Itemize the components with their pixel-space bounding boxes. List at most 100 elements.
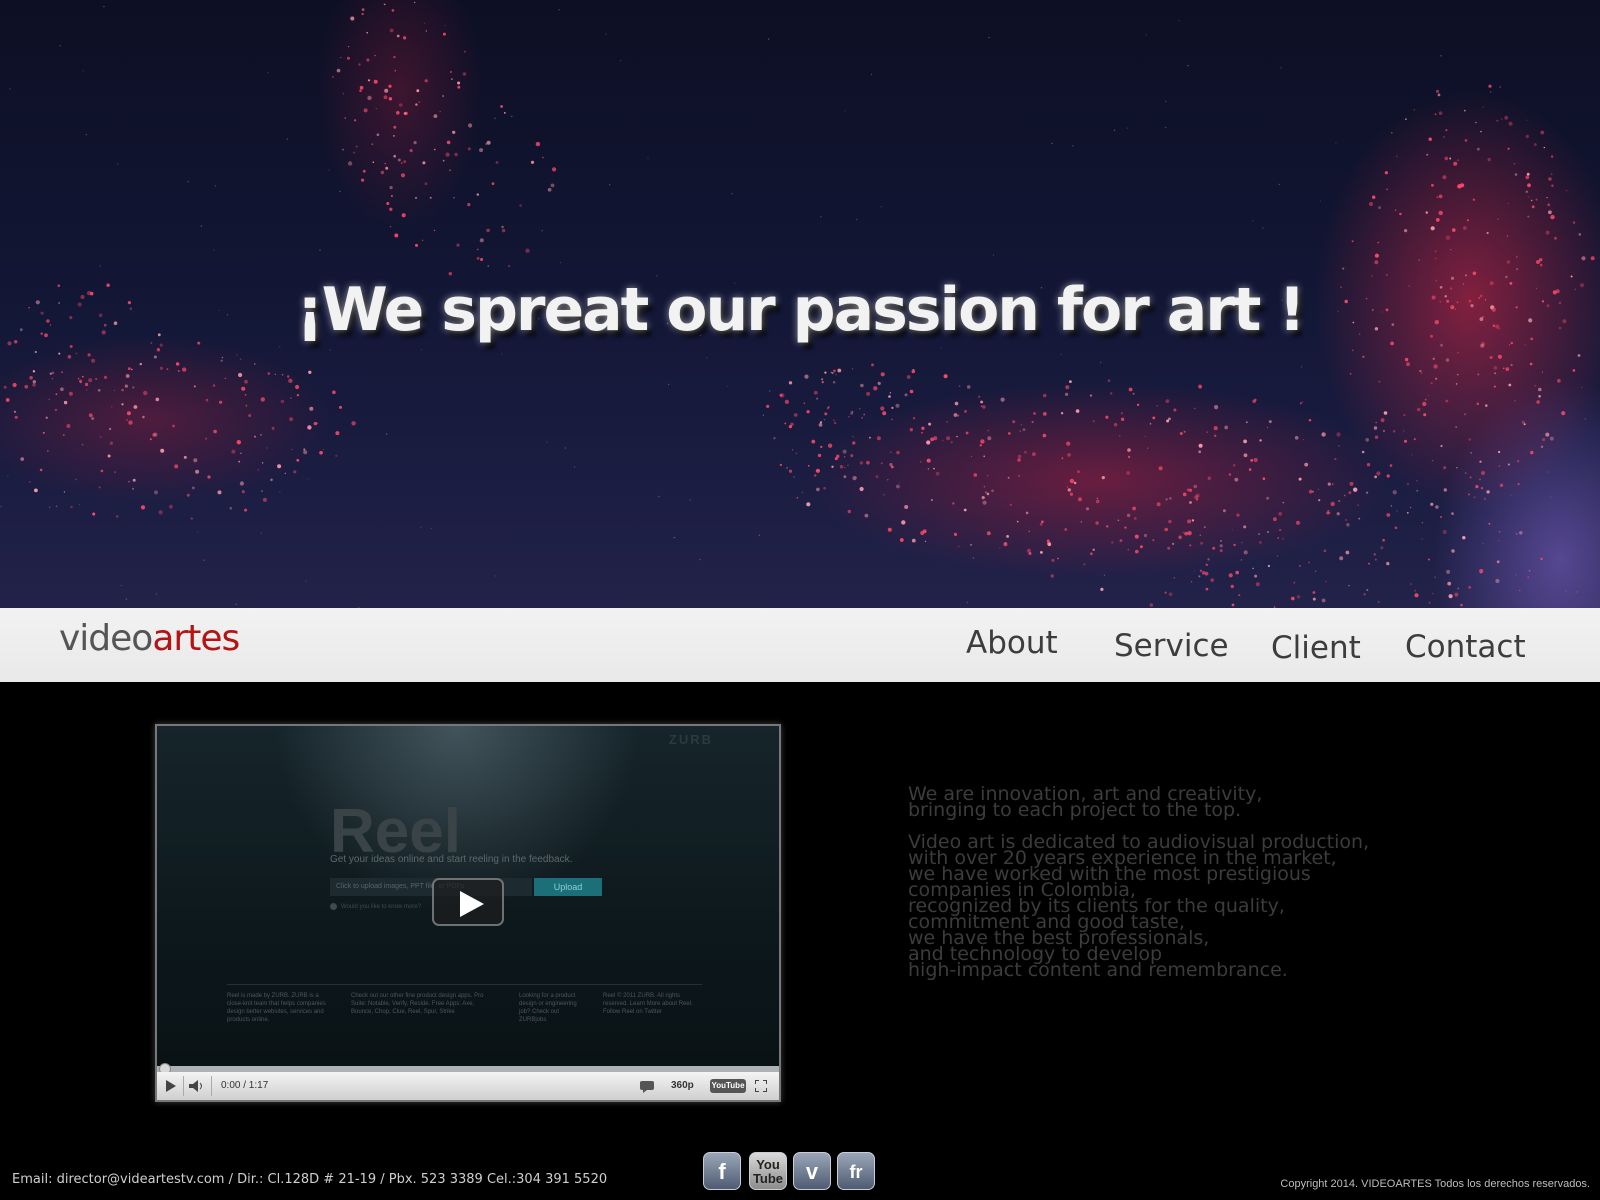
particle bbox=[1432, 357, 1436, 360]
particle bbox=[1521, 420, 1525, 424]
particle bbox=[1543, 146, 1546, 149]
particle bbox=[818, 423, 823, 427]
particle bbox=[1182, 531, 1185, 534]
particle bbox=[795, 452, 797, 454]
star-particle bbox=[609, 184, 611, 186]
particle bbox=[348, 46, 350, 48]
star-particle bbox=[880, 206, 882, 208]
particle bbox=[1394, 526, 1398, 530]
particle bbox=[416, 89, 420, 93]
facebook-icon[interactable]: f bbox=[703, 1152, 741, 1190]
particle bbox=[54, 408, 58, 412]
video-screen[interactable]: ZURB Reel Get your ideas online and star… bbox=[157, 726, 779, 1066]
particle bbox=[1204, 571, 1209, 576]
particle bbox=[851, 410, 854, 413]
particle bbox=[1428, 137, 1432, 141]
particle bbox=[3, 385, 7, 389]
particle bbox=[1442, 529, 1447, 535]
particle bbox=[401, 213, 406, 218]
particle bbox=[1348, 491, 1352, 494]
particle bbox=[880, 462, 883, 465]
particle bbox=[1173, 408, 1177, 412]
star-particle bbox=[99, 265, 102, 267]
nav-item-about[interactable]: About bbox=[966, 625, 1058, 661]
particle bbox=[241, 386, 246, 391]
youtube-logo-icon[interactable]: YouTube bbox=[710, 1079, 746, 1093]
particle bbox=[1507, 147, 1510, 150]
particle bbox=[1345, 519, 1347, 521]
star-particle bbox=[767, 38, 770, 40]
particle bbox=[1243, 453, 1248, 458]
volume-icon[interactable] bbox=[189, 1080, 205, 1092]
particle bbox=[921, 431, 923, 434]
particle bbox=[1164, 527, 1168, 532]
video-watermark: ZURB bbox=[668, 732, 713, 747]
nav-item-client[interactable]: Client bbox=[1271, 630, 1361, 666]
particle bbox=[1538, 387, 1542, 392]
particle bbox=[153, 355, 157, 359]
particle bbox=[1475, 485, 1479, 489]
particle bbox=[244, 394, 247, 396]
particle bbox=[69, 345, 73, 348]
play-small-icon[interactable] bbox=[165, 1080, 177, 1092]
star-particle bbox=[82, 70, 85, 72]
particle bbox=[1590, 256, 1595, 261]
star-particle bbox=[546, 441, 548, 444]
video-quality[interactable]: 360p bbox=[671, 1072, 694, 1100]
particle bbox=[34, 351, 37, 353]
particle bbox=[786, 467, 788, 469]
star-particle bbox=[992, 254, 995, 256]
particle bbox=[1113, 423, 1118, 427]
star-particle bbox=[658, 495, 660, 498]
flickr-icon[interactable]: fr bbox=[837, 1152, 875, 1190]
particle bbox=[433, 114, 438, 118]
particle bbox=[986, 492, 990, 496]
particle bbox=[1394, 209, 1397, 211]
particle bbox=[1442, 175, 1447, 180]
particle bbox=[1481, 471, 1485, 475]
star-particle bbox=[706, 357, 708, 359]
particle bbox=[307, 425, 312, 430]
particle bbox=[351, 421, 356, 426]
particle bbox=[1336, 432, 1341, 437]
particle bbox=[901, 520, 906, 525]
particle bbox=[1557, 378, 1561, 383]
nav-item-service[interactable]: Service bbox=[1114, 628, 1229, 664]
particle bbox=[1199, 534, 1202, 536]
about-paragraph-1: We are innovation, art and creativity, b… bbox=[908, 783, 1263, 821]
logo[interactable]: videoartes bbox=[59, 618, 240, 659]
particle bbox=[1298, 564, 1302, 568]
particle bbox=[248, 414, 252, 417]
vimeo-icon[interactable]: v bbox=[793, 1152, 831, 1190]
star-particle bbox=[120, 584, 122, 587]
particle bbox=[260, 433, 262, 436]
particle bbox=[1470, 452, 1472, 454]
play-overlay-button[interactable] bbox=[432, 878, 504, 926]
particle bbox=[1101, 476, 1105, 480]
particle bbox=[339, 405, 342, 409]
particle bbox=[212, 384, 216, 387]
particle bbox=[1507, 202, 1509, 205]
particle bbox=[95, 378, 98, 380]
particle bbox=[389, 225, 392, 228]
particle bbox=[1373, 426, 1378, 430]
video-player[interactable]: ZURB Reel Get your ideas online and star… bbox=[155, 724, 781, 1102]
particle bbox=[1042, 412, 1047, 416]
particle bbox=[966, 385, 971, 389]
particle bbox=[1132, 392, 1135, 395]
particle bbox=[219, 400, 223, 404]
particle bbox=[1411, 454, 1413, 456]
particle bbox=[1449, 157, 1452, 160]
particle bbox=[68, 391, 73, 396]
particle bbox=[425, 30, 427, 32]
particle bbox=[1110, 392, 1113, 395]
fullscreen-icon[interactable] bbox=[755, 1080, 767, 1092]
youtube-icon[interactable]: You Tube bbox=[749, 1152, 787, 1190]
star-particle bbox=[940, 347, 942, 349]
particle bbox=[374, 54, 376, 57]
captions-icon[interactable] bbox=[640, 1081, 654, 1093]
star-particle bbox=[1144, 435, 1146, 438]
nav-item-contact[interactable]: Contact bbox=[1405, 629, 1526, 665]
particle bbox=[552, 167, 557, 172]
particle bbox=[1437, 93, 1441, 97]
